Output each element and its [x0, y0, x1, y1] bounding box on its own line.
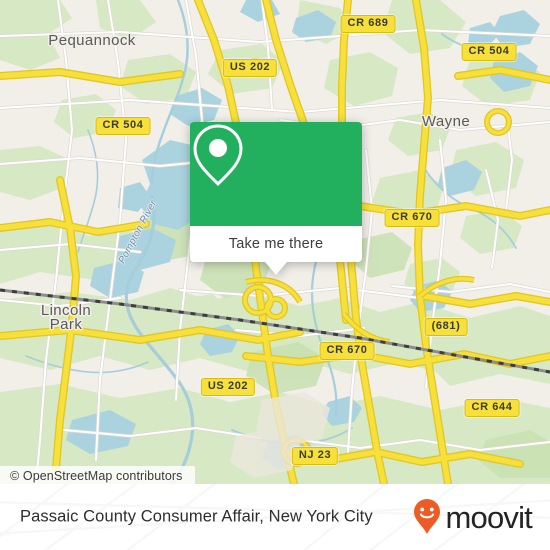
moovit-wordmark: moovit — [445, 499, 532, 535]
popup-header — [190, 122, 362, 226]
shield-cr-670-s: CR 670 — [319, 342, 375, 360]
osm-attribution[interactable]: © OpenStreetMap contributors — [0, 466, 195, 484]
shield-cr-689: CR 689 — [340, 15, 396, 33]
popup-pointer — [265, 262, 287, 275]
page-title: Passaic County Consumer Affair, New York… — [20, 507, 373, 526]
take-me-there-label: Take me there — [228, 236, 324, 252]
shield-nj-23: NJ 23 — [291, 447, 339, 465]
map-canvas[interactable]: Pequannock Wayne Lincoln Park Pompton Ri… — [0, 0, 550, 484]
map-screenshot: Pequannock Wayne Lincoln Park Pompton Ri… — [0, 0, 550, 550]
footer-bar: Passaic County Consumer Affair, New York… — [0, 484, 550, 550]
moovit-pin-smile-icon — [414, 499, 441, 534]
shield-cr-504-nw: CR 504 — [95, 117, 151, 135]
shield-us-202-s: US 202 — [200, 378, 256, 396]
shield-cr-504-ne: CR 504 — [461, 43, 517, 61]
shield-cr-670-e: CR 670 — [384, 209, 440, 227]
map-pin-icon — [193, 124, 243, 187]
shield-cr-644: CR 644 — [464, 399, 520, 417]
shield-681: (681) — [424, 318, 468, 336]
moovit-logo[interactable]: moovit — [412, 498, 533, 536]
location-popup-card[interactable]: Take me there — [190, 122, 362, 275]
shield-us-202-n: US 202 — [222, 59, 278, 77]
popup-footer[interactable]: Take me there — [190, 226, 362, 262]
